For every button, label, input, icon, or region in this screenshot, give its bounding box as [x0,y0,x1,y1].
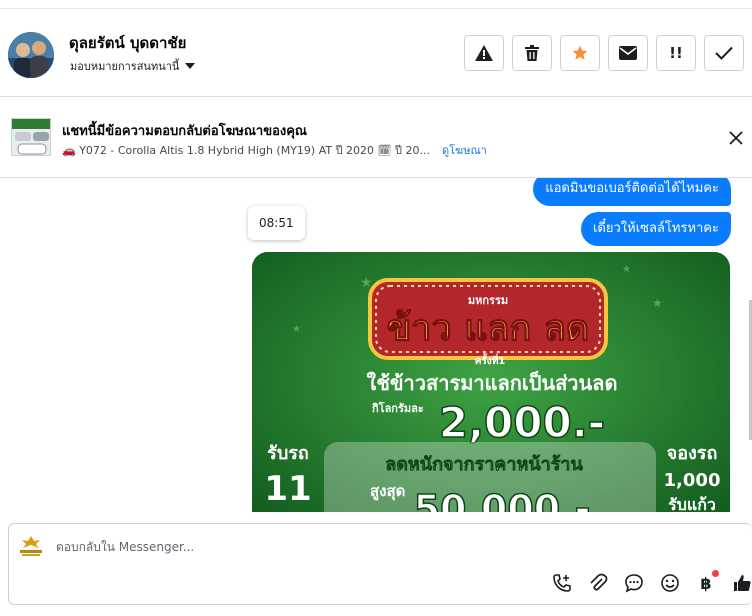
mark-spam-button[interactable]: !! [656,35,696,71]
composer-tools: ฿ [551,570,752,594]
trash-icon [525,45,539,61]
ad-banner-subtitle: 🚗 Y072 - Corolla Altis 1.8 Hybrid High (… [62,141,487,159]
promo-headline: ข้าว แลก ลด [387,308,590,349]
close-icon[interactable] [726,128,746,148]
promo-event-label: มหกรรม [468,294,508,307]
reply-composer: ฿ [8,523,752,605]
envelope-icon [619,46,637,60]
avatar[interactable] [8,32,54,78]
sent-message[interactable]: แอดมินขอเบอร์ติดต่อได้ไหมคะ [533,178,731,206]
promo-per-kg-value: 2,000.- [439,398,605,447]
assign-conversation-dropdown[interactable]: มอบหมายการสนทนานี้ [70,57,196,75]
double-exclamation-icon: !! [669,44,683,62]
promo-max-value: 50,000.- [414,487,591,512]
assign-label: มอบหมายการสนทนานี้ [70,60,180,73]
promo-max-label: สูงสุด [370,482,405,501]
call-add-icon[interactable] [551,572,573,594]
emoji-icon[interactable] [659,572,681,594]
reply-input[interactable] [56,534,456,560]
saved-reply-icon[interactable] [623,572,645,594]
ad-reply-banner: แชทนี้มีข้อความตอบกลับต่อโฆษณาของคุณ 🚗 Y… [0,98,752,178]
promo-image[interactable]: ★ ★ ★ ★ มหกรรม ข้าว แลก ลด ครั้งที่1 ใช้… [252,252,730,512]
view-ad-link[interactable]: ดูโฆษณา [442,141,487,159]
contact-name: ดุลยรัตน์ บุดดาชัย [69,34,187,52]
report-button[interactable] [464,35,504,71]
svg-text:★: ★ [292,324,301,335]
promo-per-kg: กิโลกรัมละ [372,401,424,415]
promo-right-label: จองรถ [667,443,718,464]
caret-down-icon [185,63,196,69]
promo-right-value: 1,000 [664,470,721,491]
promo-discount-line: ลดหนักจากราคาหน้าร้าน [385,454,583,475]
star-button[interactable] [560,35,600,71]
baht-symbol: ฿ [700,573,712,593]
promo-right-tail: รับแก้ว [668,495,716,512]
message-timestamp: 08:51 [248,206,305,240]
conversation-actions: !! [464,35,744,71]
promo-left-label: รับรถ [267,443,309,464]
thumbs-up-icon[interactable] [731,572,752,594]
warning-icon [475,45,493,61]
ad-thumbnail[interactable] [11,118,51,156]
promo-line1: ใช้ข้าวสารมาแลกเป็นส่วนลด [367,370,618,395]
mark-done-button[interactable] [704,35,744,71]
delete-button[interactable] [512,35,552,71]
conversation-header: ดุลยรัตน์ บุดดาชัย มอบหมายการสนทนานี้ !! [0,9,752,97]
page-logo-icon [17,534,45,558]
mark-unread-button[interactable] [608,35,648,71]
ad-description: 🚗 Y072 - Corolla Altis 1.8 Hybrid High (… [62,144,430,157]
promo-left-value: 11 [264,469,311,509]
promo-edition: ครั้งที่1 [475,353,506,367]
svg-text:★: ★ [622,264,631,275]
check-icon [715,46,733,60]
baht-icon[interactable]: ฿ [695,570,719,594]
notification-dot [712,570,719,577]
attachment-icon[interactable] [587,572,609,594]
sent-message[interactable]: เดี๋ยวให้เซลล์โทรหาคะ [580,212,731,246]
star-icon [572,45,588,60]
svg-text:★: ★ [652,296,663,310]
message-thread: แอดมินขอเบอร์ติดต่อได้ไหมคะ เดี๋ยวให้เซล… [0,178,752,512]
ad-banner-title: แชทนี้มีข้อความตอบกลับต่อโฆษณาของคุณ [62,124,307,139]
